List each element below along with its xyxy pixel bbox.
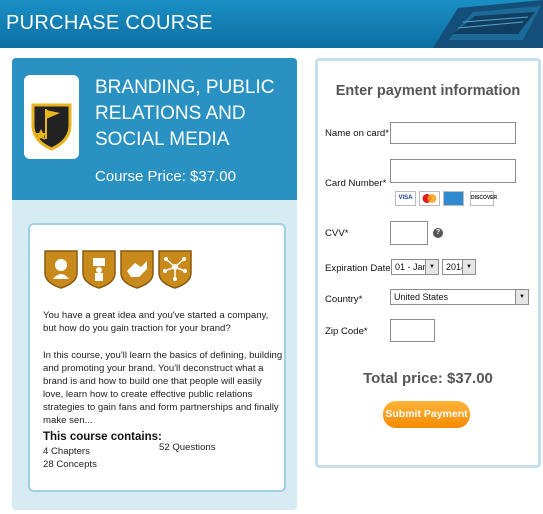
network-badge-icon: [158, 250, 192, 289]
discover-card-icon: DISCOVER: [470, 191, 497, 206]
expiry-month-select[interactable]: 01 - Jan ▼: [391, 259, 439, 275]
concepts-count: 28 Concepts: [43, 459, 97, 470]
zip-code-field[interactable]: [390, 319, 435, 342]
help-icon[interactable]: ?: [433, 228, 443, 238]
cvv-field[interactable]: [390, 221, 428, 245]
zip-code-label: Zip Code*: [325, 326, 368, 337]
name-on-card-label: Name on card*: [325, 128, 389, 139]
total-price: Total price: $37.00: [363, 370, 493, 387]
presenter-badge-icon: [82, 250, 116, 289]
head-silhouette-badge-icon: [44, 250, 78, 289]
course-details-card: You have a great idea and you've started…: [28, 223, 286, 492]
chevron-down-icon: ▼: [425, 260, 438, 274]
country-value: United States: [394, 292, 449, 302]
country-label: Country*: [325, 294, 363, 305]
course-panel: BRANDING, PUBLIC RELATIONS AND SOCIAL ME…: [12, 58, 297, 510]
course-title-line: RELATIONS AND: [95, 103, 246, 124]
card-number-label: Card Number*: [325, 178, 387, 189]
course-logo: [24, 75, 79, 159]
chevron-down-icon: ▼: [515, 290, 528, 304]
course-title-line: SOCIAL MEDIA: [95, 129, 230, 150]
course-price: Course Price: $37.00: [95, 168, 236, 185]
expiration-date-label: Expiration Date*: [325, 263, 395, 274]
payment-panel: Enter payment information Name on card* …: [315, 58, 541, 468]
course-title: BRANDING, PUBLIC RELATIONS AND SOCIAL ME…: [95, 75, 285, 153]
page-header: PURCHASE COURSE: [0, 0, 543, 48]
submit-payment-button[interactable]: Submit Payment: [383, 401, 470, 428]
shield-flag-icon: [31, 103, 72, 151]
visa-card-icon: VISA: [395, 191, 416, 206]
course-description: In this course, you'll learn the basics …: [43, 350, 283, 426]
chevron-down-icon: ▼: [462, 260, 475, 274]
course-title-line: BRANDING, PUBLIC: [95, 77, 275, 98]
country-select[interactable]: United States ▼: [390, 289, 529, 305]
questions-count: 52 Questions: [159, 442, 216, 453]
page-title: PURCHASE COURSE: [6, 12, 213, 34]
card-number-field[interactable]: [390, 159, 516, 183]
course-intro: You have a great idea and you've started…: [43, 310, 269, 334]
chapters-count: 4 Chapters: [43, 446, 90, 457]
payment-form-title: Enter payment information: [335, 83, 521, 99]
name-on-card-field[interactable]: [390, 122, 516, 144]
cvv-label: CVV*: [325, 228, 349, 239]
handshake-badge-icon: [120, 250, 154, 289]
mastercard-icon: [419, 191, 440, 206]
expiry-year-select[interactable]: 2014 ▼: [442, 259, 476, 275]
course-header: BRANDING, PUBLIC RELATIONS AND SOCIAL ME…: [12, 58, 297, 200]
course-contains-title: This course contains:: [43, 431, 162, 443]
books-icon: [433, 0, 543, 48]
expiry-month-value: 01 - Jan: [395, 262, 428, 272]
amex-card-icon: [443, 191, 464, 206]
